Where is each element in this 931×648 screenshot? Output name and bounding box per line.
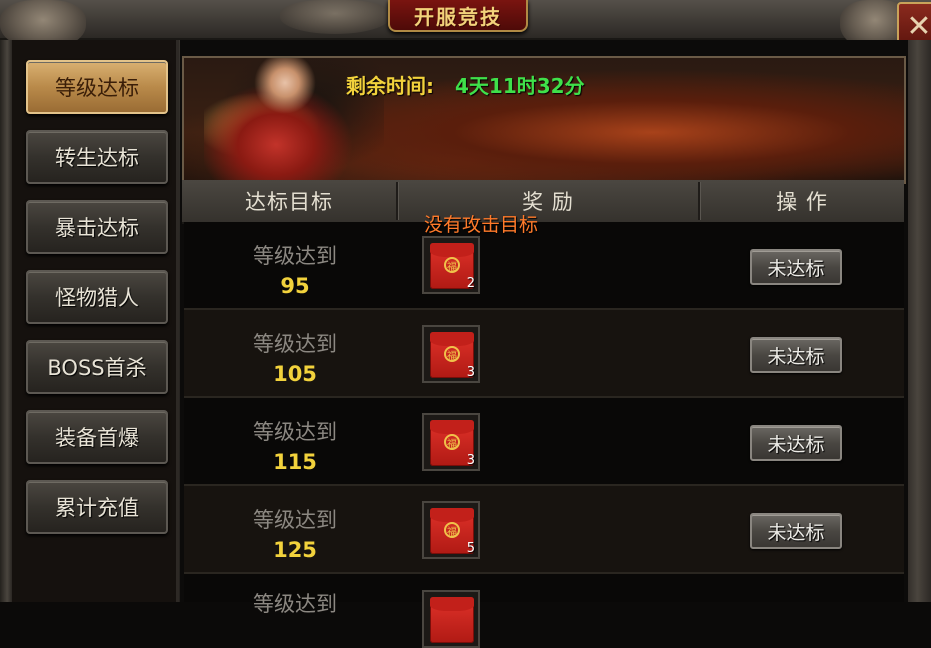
dragon-ornament-center-left xyxy=(280,0,390,34)
no-target-hint: 没有攻击目标 xyxy=(424,214,539,236)
reward-slot[interactable] xyxy=(422,590,480,648)
reward-count: 3 xyxy=(466,453,475,468)
claim-button[interactable]: 未达标 xyxy=(750,249,842,285)
condition-label: 等级达到 xyxy=(253,508,337,532)
level-value: 95 xyxy=(280,274,310,298)
sidebar-item-rebirth[interactable]: 转生达标 xyxy=(26,130,168,184)
claim-button[interactable]: 未达标 xyxy=(750,337,842,373)
close-icon: ✕ xyxy=(906,9,931,44)
reward-count: 2 xyxy=(466,276,475,291)
sidebar-item-label: 累计充值 xyxy=(55,496,139,520)
category-sidebar: 等级达标 转生达标 暴击达标 怪物猎人 BOSS首杀 装备首爆 累计充值 xyxy=(12,40,179,602)
sidebar-item-label: 暴击达标 xyxy=(55,216,139,240)
table-row: 等级达到 125 福 5 未达标 xyxy=(184,486,904,574)
red-envelope-icon xyxy=(430,597,474,643)
condition-label: 等级达到 xyxy=(253,244,337,268)
table-row: 等级达到 105 福 3 未达标 xyxy=(184,310,904,398)
table-row: 等级达到 xyxy=(184,574,904,648)
remaining-time-label: 剩余时间: xyxy=(346,74,434,98)
condition-label: 等级达到 xyxy=(253,592,337,616)
window-title-plaque: 开服竞技 xyxy=(388,0,528,32)
frame-left-edge xyxy=(0,40,12,602)
reward-slot[interactable]: 福 3 xyxy=(422,325,480,383)
sidebar-item-boss-first-kill[interactable]: BOSS首杀 xyxy=(26,340,168,394)
table-row: 等级达到 115 福 3 未达标 xyxy=(184,398,904,486)
sidebar-item-label: 装备首爆 xyxy=(55,426,139,450)
sidebar-item-crit[interactable]: 暴击达标 xyxy=(26,200,168,254)
reward-count: 3 xyxy=(466,365,475,380)
sidebar-item-cumulative-recharge[interactable]: 累计充值 xyxy=(26,480,168,534)
window-title: 开服竞技 xyxy=(414,4,502,29)
sidebar-item-label: 等级达标 xyxy=(55,76,139,100)
reward-count: 5 xyxy=(466,541,475,556)
sidebar-item-label: BOSS首杀 xyxy=(47,356,147,380)
claim-button[interactable]: 未达标 xyxy=(750,425,842,461)
sidebar-item-monster-hunter[interactable]: 怪物猎人 xyxy=(26,270,168,324)
sidebar-item-level[interactable]: 等级达标 xyxy=(26,60,168,114)
level-value: 125 xyxy=(273,538,317,562)
condition-label: 等级达到 xyxy=(253,420,337,444)
column-header-action: 操 作 xyxy=(776,190,828,214)
sidebar-item-label: 转生达标 xyxy=(55,146,139,170)
condition-label: 等级达到 xyxy=(253,332,337,356)
sidebar-item-equip-first-drop[interactable]: 装备首爆 xyxy=(26,410,168,464)
column-header-target: 达标目标 xyxy=(245,190,333,214)
table-row: 等级达到 95 福 2 未达标 xyxy=(184,222,904,310)
remaining-time-value: 4天11时32分 xyxy=(455,74,585,98)
frame-right-edge xyxy=(904,40,931,602)
table-header: 达标目标 奖 励 操 作 xyxy=(182,180,904,224)
reward-slot[interactable]: 福 2 xyxy=(422,236,480,294)
reward-slot[interactable]: 福 5 xyxy=(422,501,480,559)
sidebar-item-label: 怪物猎人 xyxy=(55,286,139,310)
event-window: 开服竞技 ✕ 等级达标 转生达标 暴击达标 怪物猎人 BOSS首杀 装备首爆 累… xyxy=(0,0,931,648)
level-value: 115 xyxy=(273,450,317,474)
reward-slot[interactable]: 福 3 xyxy=(422,413,480,471)
claim-button[interactable]: 未达标 xyxy=(750,513,842,549)
level-value: 105 xyxy=(273,362,317,386)
